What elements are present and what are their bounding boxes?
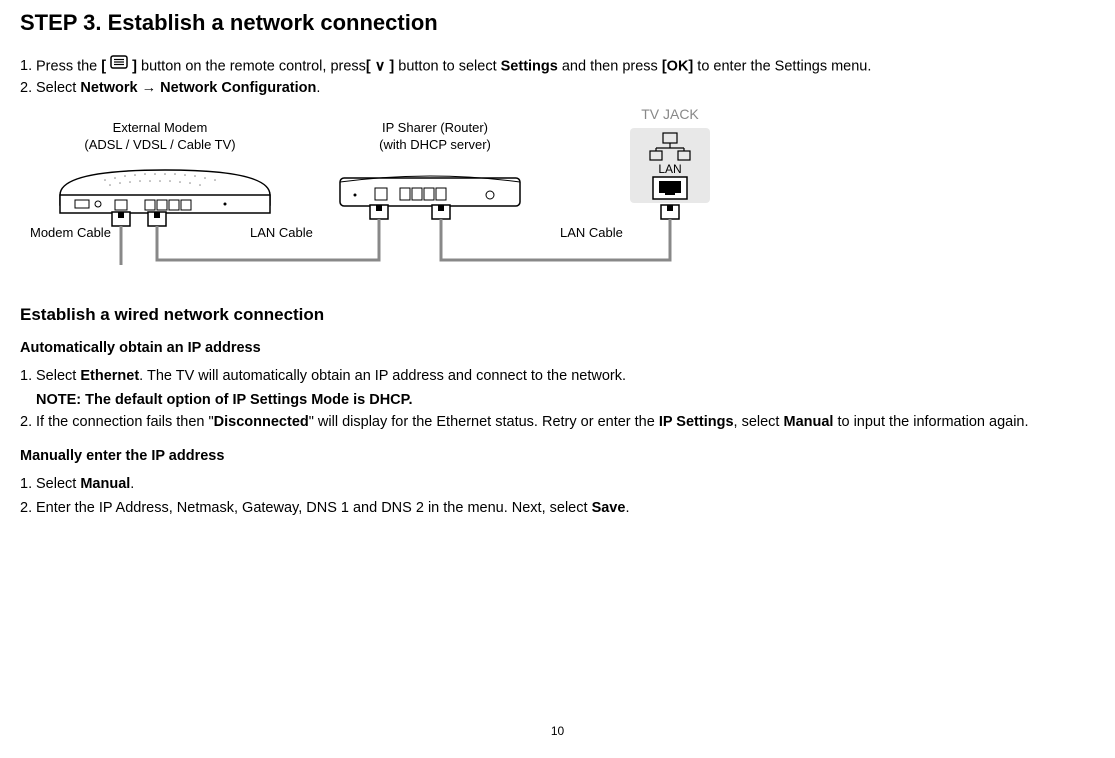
step-1: 1. Press the [ ] button on the remote co… bbox=[20, 56, 1095, 78]
text: button on the remote control, press bbox=[137, 59, 366, 75]
router-label: IP Sharer (Router) (with DHCP server) bbox=[340, 120, 530, 154]
text: Enter the IP Address, Netmask, Gateway, … bbox=[36, 500, 592, 516]
step-number: 2. bbox=[20, 78, 36, 100]
down-button: [ ∨ ] bbox=[366, 59, 394, 75]
router-icon bbox=[330, 168, 530, 258]
text: and then press bbox=[558, 59, 662, 75]
save-text: Save bbox=[592, 500, 626, 516]
auto-step-1: 1. Select Ethernet. The TV will automati… bbox=[20, 366, 1095, 388]
text: . bbox=[316, 80, 320, 96]
section-wired-title: Establish a wired network connection bbox=[20, 305, 1095, 325]
text: (with DHCP server) bbox=[379, 137, 491, 152]
step-text: Enter the IP Address, Netmask, Gateway, … bbox=[36, 498, 1095, 520]
step-number: 2. bbox=[20, 412, 36, 434]
manual-step-2: 2. Enter the IP Address, Netmask, Gatewa… bbox=[20, 498, 1095, 520]
step-text: Press the [ ] button on the remote contr… bbox=[36, 56, 1095, 78]
text: IP Sharer (Router) bbox=[382, 120, 488, 135]
text: " will display for the Ethernet status. … bbox=[309, 414, 659, 430]
modem-cable-label: Modem Cable bbox=[30, 225, 111, 240]
ethernet-text: Ethernet bbox=[80, 368, 139, 384]
tvjack-icon: LAN bbox=[625, 123, 715, 253]
text: . bbox=[130, 476, 134, 492]
step-number: 1. bbox=[20, 56, 36, 78]
lan-cable-label-2: LAN Cable bbox=[560, 225, 623, 240]
text: External Modem bbox=[113, 120, 208, 135]
text: Select bbox=[36, 368, 80, 384]
step-text: Select Ethernet. The TV will automatical… bbox=[36, 366, 1095, 388]
network-path: Network → Network Configuration bbox=[80, 80, 316, 96]
tvjack-label: TV JACK bbox=[630, 105, 710, 123]
disconnected-text: Disconnected bbox=[214, 414, 309, 430]
text: Press the bbox=[36, 59, 101, 75]
step-text: Select Network → Network Configuration. bbox=[36, 78, 1095, 100]
network-diagram: External Modem (ADSL / VDSL / Cable TV) … bbox=[20, 110, 1095, 280]
text: If the connection fails then " bbox=[36, 414, 214, 430]
text: button to select bbox=[394, 59, 500, 75]
ipsettings-text: IP Settings bbox=[659, 414, 734, 430]
manual-steps: 1. Select Manual. 2. Enter the IP Addres… bbox=[20, 474, 1095, 520]
step-text: If the connection fails then "Disconnect… bbox=[36, 412, 1095, 434]
modem-label: External Modem (ADSL / VDSL / Cable TV) bbox=[60, 120, 260, 154]
settings-text: Settings bbox=[501, 59, 558, 75]
text: . bbox=[625, 500, 629, 516]
text: , select bbox=[734, 414, 784, 430]
step-number: 1. bbox=[20, 474, 36, 496]
auto-ip-title: Automatically obtain an IP address bbox=[20, 340, 1095, 356]
manual-text: Manual bbox=[80, 476, 130, 492]
step-number: 2. bbox=[20, 498, 36, 520]
lan-text: LAN bbox=[658, 162, 681, 176]
modem-icon bbox=[50, 160, 280, 255]
manual-text: Manual bbox=[783, 414, 833, 430]
bracket: [ bbox=[101, 59, 110, 75]
page-number: 10 bbox=[551, 724, 564, 738]
text: to input the information again. bbox=[833, 414, 1028, 430]
manual-ip-title: Manually enter the IP address bbox=[20, 448, 1095, 464]
text: to enter the Settings menu. bbox=[693, 59, 871, 75]
ok-button: [OK] bbox=[662, 59, 693, 75]
text: (ADSL / VDSL / Cable TV) bbox=[84, 137, 235, 152]
text: Select bbox=[36, 80, 80, 96]
intro-steps: 1. Press the [ ] button on the remote co… bbox=[20, 56, 1095, 100]
text: Select bbox=[36, 476, 80, 492]
step-2: 2. Select Network → Network Configuratio… bbox=[20, 78, 1095, 100]
step-number: 1. bbox=[20, 366, 36, 388]
page-title: STEP 3. Establish a network connection bbox=[20, 10, 1095, 36]
menu-icon bbox=[110, 55, 128, 77]
auto-note: NOTE: The default option of IP Settings … bbox=[36, 390, 1095, 412]
bracket: ] bbox=[128, 59, 137, 75]
auto-step-2: 2. If the connection fails then "Disconn… bbox=[20, 412, 1095, 434]
auto-steps: 1. Select Ethernet. The TV will automati… bbox=[20, 366, 1095, 433]
lan-cable-label-1: LAN Cable bbox=[250, 225, 313, 240]
manual-step-1: 1. Select Manual. bbox=[20, 474, 1095, 496]
text: . The TV will automatically obtain an IP… bbox=[139, 368, 626, 384]
step-text: Select Manual. bbox=[36, 474, 1095, 496]
